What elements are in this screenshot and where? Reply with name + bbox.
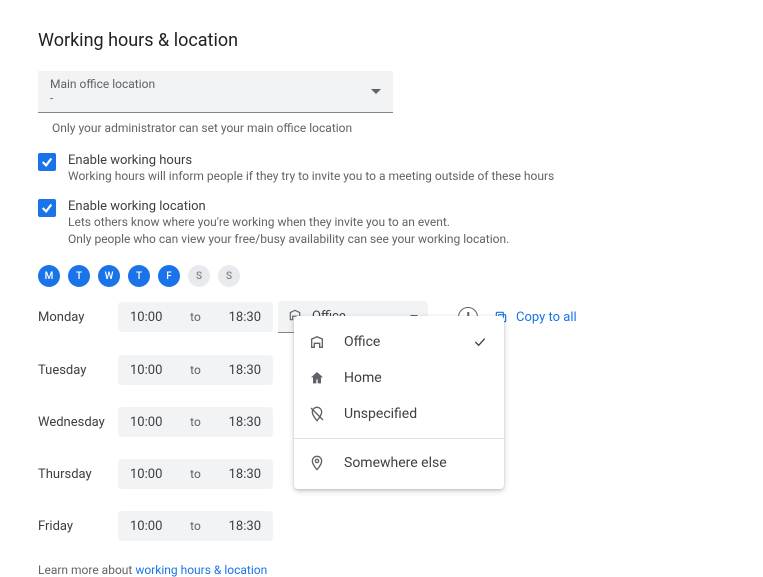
- main-loc-label: Main office location: [50, 78, 155, 91]
- location-option-elsewhere[interactable]: Somewhere else: [294, 445, 504, 481]
- footer-prefix: Learn more about: [38, 563, 135, 577]
- day-label: Tuesday: [38, 363, 118, 378]
- copy-to-all-button[interactable]: Copy to all: [494, 310, 577, 325]
- time-range-input[interactable]: 10:00 to 18:30: [118, 511, 273, 541]
- end-time: 18:30: [229, 415, 261, 430]
- location-option-office[interactable]: Office: [294, 324, 504, 360]
- enable-working-hours-desc: Working hours will inform people if they…: [68, 168, 554, 185]
- location-dropdown[interactable]: Office Home Unspecified: [294, 316, 504, 489]
- location-option-home[interactable]: Home: [294, 360, 504, 396]
- day-pill-sat[interactable]: S: [188, 265, 210, 287]
- option-label: Office: [344, 334, 380, 350]
- start-time: 10:00: [130, 519, 162, 534]
- enable-working-location-checkbox[interactable]: [38, 199, 56, 217]
- day-label: Thursday: [38, 467, 118, 482]
- home-icon: [308, 370, 326, 386]
- to-label: to: [190, 467, 201, 481]
- enable-working-location-desc1: Lets others know where you're working wh…: [68, 214, 509, 231]
- option-label: Somewhere else: [344, 455, 447, 471]
- start-time: 10:00: [130, 310, 162, 325]
- time-range-input[interactable]: 10:00 to 18:30: [118, 407, 273, 437]
- option-label: Home: [344, 370, 382, 386]
- time-range-input[interactable]: 10:00 to 18:30: [118, 355, 273, 385]
- main-loc-value: -: [50, 92, 155, 105]
- day-label: Monday: [38, 310, 118, 325]
- location-option-unspecified[interactable]: Unspecified: [294, 396, 504, 432]
- copy-to-all-label: Copy to all: [516, 310, 577, 325]
- admin-hint: Only your administrator can set your mai…: [52, 121, 725, 135]
- day-pill-tue[interactable]: T: [68, 265, 90, 287]
- end-time: 18:30: [229, 467, 261, 482]
- to-label: to: [190, 310, 201, 324]
- day-label: Wednesday: [38, 415, 118, 430]
- end-time: 18:30: [229, 310, 261, 325]
- start-time: 10:00: [130, 467, 162, 482]
- location-pin-icon: [308, 455, 326, 471]
- learn-more-link[interactable]: working hours & location: [135, 563, 267, 577]
- day-pill-wed[interactable]: W: [98, 265, 120, 287]
- location-off-icon: [308, 406, 326, 422]
- enable-working-location-label: Enable working location: [68, 199, 509, 214]
- to-label: to: [190, 519, 201, 533]
- day-of-week-pills: M T W T F S S: [38, 265, 725, 287]
- day-pill-thu[interactable]: T: [128, 265, 150, 287]
- option-label: Unspecified: [344, 406, 417, 422]
- end-time: 18:30: [229, 519, 261, 534]
- page-title: Working hours & location: [38, 30, 725, 51]
- enable-working-location-desc2: Only people who can view your free/busy …: [68, 231, 509, 248]
- end-time: 18:30: [229, 363, 261, 378]
- time-range-input[interactable]: 10:00 to 18:30: [118, 459, 273, 489]
- chevron-down-icon: [371, 89, 381, 94]
- enable-working-hours-label: Enable working hours: [68, 153, 554, 168]
- day-label: Friday: [38, 519, 118, 534]
- day-pill-sun[interactable]: S: [218, 265, 240, 287]
- check-icon: [472, 334, 488, 350]
- time-range-input[interactable]: 10:00 to 18:30: [118, 302, 273, 332]
- to-label: to: [190, 363, 201, 377]
- start-time: 10:00: [130, 415, 162, 430]
- divider: [294, 438, 504, 439]
- main-office-location-select[interactable]: Main office location -: [38, 71, 393, 113]
- day-pill-fri[interactable]: F: [158, 265, 180, 287]
- day-pill-mon[interactable]: M: [38, 265, 60, 287]
- office-building-icon: [308, 334, 326, 350]
- learn-more-footer: Learn more about working hours & locatio…: [38, 563, 725, 577]
- enable-working-hours-checkbox[interactable]: [38, 153, 56, 171]
- start-time: 10:00: [130, 363, 162, 378]
- to-label: to: [190, 415, 201, 429]
